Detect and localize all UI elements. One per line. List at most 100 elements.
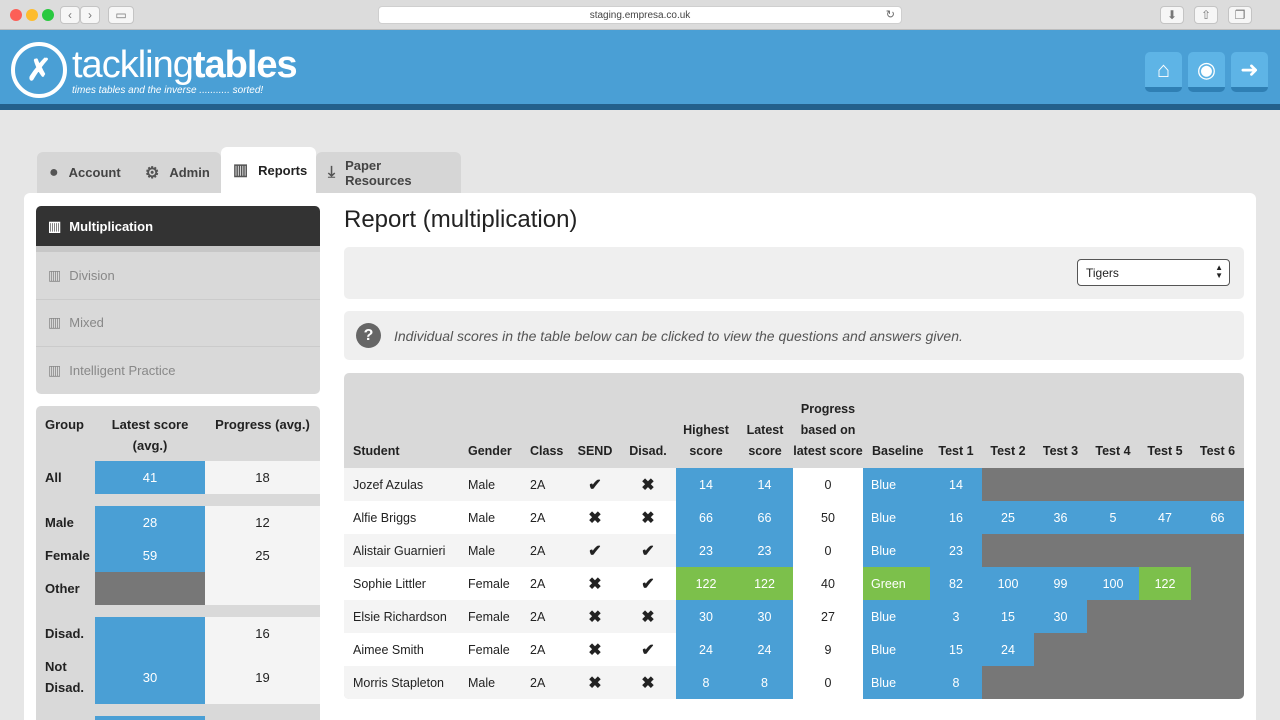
header-latest: Latest score (746, 423, 784, 458)
student-class: 2A (530, 477, 546, 492)
bar-chart-icon: ▥ (48, 217, 62, 234)
latest-score[interactable]: 122 (736, 567, 793, 600)
send-status: ✔ (588, 476, 602, 494)
tab-admin[interactable]: ⚙ Admin (133, 152, 221, 193)
test-5-score[interactable]: 122 (1139, 567, 1191, 600)
student-gender: Female (468, 642, 510, 657)
tab-reports[interactable]: ▥ Reports (221, 147, 316, 193)
test-1-score[interactable]: 15 (930, 633, 982, 666)
group-latest[interactable]: 59 (95, 539, 205, 572)
address-bar[interactable]: staging.empresa.co.uk ↻ (378, 6, 902, 24)
highest-score[interactable]: 30 (676, 600, 736, 633)
baseline-band[interactable]: Blue (863, 666, 930, 699)
send-status: ✖ (588, 509, 602, 527)
test-1-score[interactable]: 14 (930, 468, 982, 501)
sidebar-icon[interactable]: ▭ (108, 6, 134, 24)
home-button[interactable]: ⌂ (1145, 52, 1182, 92)
gear-icon: ⚙ (145, 164, 160, 182)
highest-score[interactable]: 66 (676, 501, 736, 534)
latest-score[interactable]: 30 (736, 600, 793, 633)
header-latest-score: Latest score (avg.) (111, 417, 189, 453)
nav-mixed[interactable]: ▥ Mixed (36, 300, 320, 347)
test-2-score[interactable]: 24 (982, 633, 1034, 666)
highest-score[interactable]: 8 (676, 666, 736, 699)
highest-score[interactable]: 24 (676, 633, 736, 666)
tabs-icon[interactable]: ❐ (1228, 6, 1252, 24)
logout-button[interactable]: ➜ (1231, 52, 1268, 92)
test-4-score (1087, 600, 1139, 633)
tab-paper-resources[interactable]: ⤓ Paper Resources (316, 152, 461, 193)
test-1-score[interactable]: 23 (930, 534, 982, 567)
logo-text[interactable]: tacklingtables (72, 44, 298, 87)
latest-score[interactable]: 23 (736, 534, 793, 567)
send-status: ✖ (588, 674, 602, 692)
nav-division[interactable]: ▥ Division (36, 252, 320, 300)
highest-score[interactable]: 122 (676, 567, 736, 600)
test-3-score[interactable]: 30 (1034, 600, 1087, 633)
report-type-nav: ▥ Multiplication ▥ Division ▥ Mixed ▥ Intell… (36, 206, 320, 394)
group-progress (205, 572, 320, 605)
baseline-band[interactable]: Blue (863, 468, 930, 501)
maximize-window-button[interactable] (42, 9, 54, 21)
test-4-score[interactable]: 5 (1087, 501, 1139, 534)
logo-icon[interactable]: ✗ (11, 42, 67, 98)
disad-status: ✖ (641, 509, 655, 527)
forward-icon[interactable]: › (80, 6, 100, 24)
baseline-band[interactable]: Blue (863, 501, 930, 534)
latest-score[interactable]: 24 (736, 633, 793, 666)
test-4-score (1087, 534, 1139, 567)
test-2-score (982, 534, 1034, 567)
bar-chart-icon: ▥ (48, 362, 62, 379)
test-1-score[interactable]: 82 (930, 567, 982, 600)
test-1-score[interactable]: 8 (930, 666, 982, 699)
browser-chrome: ‹ › ▭ staging.empresa.co.uk ↻ ⬇ ⇧ ❐ (0, 0, 1280, 30)
minimize-window-button[interactable] (26, 9, 38, 21)
baseline-band[interactable]: Blue (863, 633, 930, 666)
reload-icon[interactable]: ↻ (886, 8, 895, 21)
group-summary-table: Group Latest score (avg.) Progress (avg.… (36, 406, 320, 720)
games-button[interactable]: ◉ (1188, 52, 1225, 92)
test-6-score[interactable]: 66 (1191, 501, 1244, 534)
group-latest (95, 572, 205, 605)
test-2-score[interactable]: 15 (982, 600, 1034, 633)
test-2-score[interactable]: 100 (982, 567, 1034, 600)
baseline-band[interactable]: Green (863, 567, 930, 600)
test-2-score[interactable]: 25 (982, 501, 1034, 534)
student-name: Sophie Littler (353, 576, 426, 591)
baseline-band[interactable]: Blue (863, 534, 930, 567)
back-icon[interactable]: ‹ (60, 6, 80, 24)
latest-score[interactable]: 66 (736, 501, 793, 534)
latest-score[interactable]: 14 (736, 468, 793, 501)
test-3-score[interactable]: 36 (1034, 501, 1087, 534)
group-latest[interactable]: 41 (95, 461, 205, 494)
baseline-band[interactable]: Blue (863, 600, 930, 633)
test-1-score[interactable]: 3 (930, 600, 982, 633)
test-3-score[interactable]: 99 (1034, 567, 1087, 600)
test-6-score (1191, 468, 1244, 501)
class-select[interactable]: Tigers ▲ ▼ (1077, 259, 1230, 286)
close-window-button[interactable] (10, 9, 22, 21)
highest-score[interactable]: 14 (676, 468, 736, 501)
test-3-score (1034, 534, 1087, 567)
test-5-score[interactable]: 47 (1139, 501, 1191, 534)
nav-label: Multiplication (69, 218, 154, 234)
student-name: Elsie Richardson (353, 609, 447, 624)
nav-intelligent-practice[interactable]: ▥ Intelligent Practice (36, 347, 320, 394)
test-5-score (1139, 534, 1191, 567)
test-4-score[interactable]: 100 (1087, 567, 1139, 600)
group-latest[interactable]: 30 (95, 650, 205, 704)
test-5-score (1139, 633, 1191, 666)
test-1-score[interactable]: 16 (930, 501, 982, 534)
download-icon[interactable]: ⬇ (1160, 6, 1184, 24)
tab-label: Admin (169, 165, 210, 180)
header-send: SEND (577, 444, 613, 458)
highest-score[interactable]: 23 (676, 534, 736, 567)
student-name: Jozef Azulas (353, 477, 424, 492)
share-icon[interactable]: ⇧ (1194, 6, 1218, 24)
latest-score[interactable]: 8 (736, 666, 793, 699)
page-title: Report (multiplication) (344, 206, 578, 233)
site-header: ✗ tacklingtables times tables and the in… (0, 30, 1280, 110)
group-name: Other (45, 581, 80, 596)
group-latest[interactable]: 28 (95, 506, 205, 539)
nav-multiplication[interactable]: ▥ Multiplication (36, 206, 320, 252)
